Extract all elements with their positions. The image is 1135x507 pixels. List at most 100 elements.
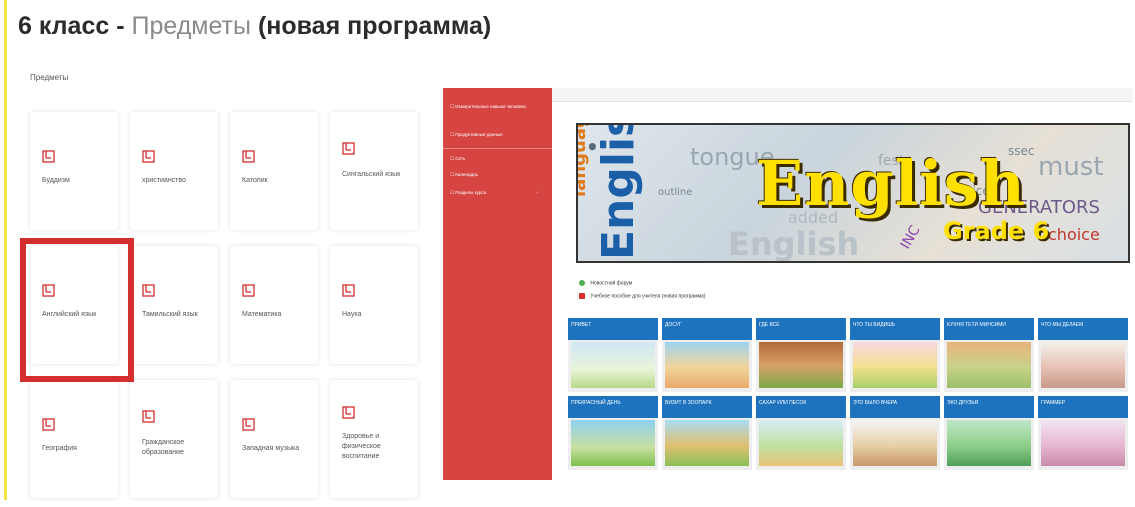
subject-label: Сингальский язык bbox=[342, 171, 401, 178]
resource-label: Новостной форум bbox=[590, 280, 633, 287]
unit-tile[interactable]: ЧТО МЫ ДЕЛАЕМ bbox=[1038, 318, 1128, 392]
sidebar-item-label: ☐ Разделы курса bbox=[450, 190, 487, 195]
unit-illustration bbox=[571, 420, 655, 466]
unit-tile[interactable]: ЭКО ДРУЗЬЯ bbox=[944, 396, 1034, 470]
subject-label: Математика bbox=[242, 311, 282, 318]
unit-tile[interactable]: ЧТО ТЫ ВИДИШЬ bbox=[850, 318, 940, 392]
banner-title: English bbox=[756, 147, 1026, 220]
unit-illustration bbox=[759, 420, 843, 466]
book-icon bbox=[342, 406, 355, 419]
svg-text:language: language bbox=[578, 125, 590, 197]
unit-title: САХАР ИЛИ ПЕСОК bbox=[756, 396, 846, 418]
subject-card-health-pe[interactable]: Здоровье и физическое воспитание bbox=[330, 380, 418, 498]
unit-tile[interactable]: САХАР ИЛИ ПЕСОК bbox=[756, 396, 846, 470]
course-banner: • English language tongue added English … bbox=[576, 123, 1130, 263]
subject-card-geography[interactable]: География bbox=[30, 380, 118, 498]
unit-illustration bbox=[1041, 420, 1125, 466]
pdf-icon bbox=[579, 293, 585, 299]
sidebar-item-course-sections[interactable]: ☐ Разделы курса › bbox=[450, 190, 545, 196]
subject-label: Буддизм bbox=[42, 177, 70, 184]
unit-illustration bbox=[665, 420, 749, 466]
subject-label: Западная музыка bbox=[242, 445, 300, 452]
unit-illustration bbox=[571, 342, 655, 388]
unit-title: ЧТО ТЫ ВИДИШЬ bbox=[850, 318, 940, 340]
unit-tile[interactable]: ГРАММЕР bbox=[1038, 396, 1128, 470]
subject-card-buddhism[interactable]: Буддизм bbox=[30, 112, 118, 230]
course-topbar bbox=[552, 88, 1133, 102]
unit-title: ВИЗИТ В ЗООПАРК bbox=[662, 396, 752, 418]
svg-text:English: English bbox=[728, 225, 859, 263]
unit-tile[interactable]: ПРИВЕТ bbox=[568, 318, 658, 392]
book-icon bbox=[242, 150, 255, 163]
unit-illustration bbox=[853, 420, 937, 466]
subject-label: География bbox=[42, 445, 77, 452]
sidebar-item-calendar[interactable]: ☐ Календарь bbox=[450, 172, 478, 178]
title-subjects: Предметы bbox=[131, 12, 251, 40]
subject-card-sinhala[interactable]: Сингальский язык bbox=[330, 112, 418, 230]
sidebar-divider bbox=[443, 148, 552, 149]
subject-card-civics[interactable]: Гражданское образование bbox=[130, 380, 218, 498]
unit-illustration bbox=[947, 342, 1031, 388]
svg-text:outline: outline bbox=[658, 187, 692, 198]
title-program: (новая программа) bbox=[257, 12, 492, 40]
unit-tile[interactable]: ВИЗИТ В ЗООПАРК bbox=[662, 396, 752, 470]
resource-label: Учебное пособие для учителя (новая прогр… bbox=[590, 293, 706, 300]
sidebar-item-network[interactable]: ☐ Сеть bbox=[450, 156, 465, 162]
unit-tile[interactable]: Это было вчера bbox=[850, 396, 940, 470]
subject-card-western-music[interactable]: Западная музыка bbox=[230, 380, 318, 498]
title-grade: 6 класс - bbox=[18, 12, 125, 40]
unit-title: ПРЕКРАСНЫЙ ДЕНЬ bbox=[568, 396, 658, 418]
unit-illustration bbox=[759, 342, 843, 388]
unit-tile[interactable]: ДОСУГ bbox=[662, 318, 752, 392]
unit-title: ЭКО ДРУЗЬЯ bbox=[944, 396, 1034, 418]
news-forum-link[interactable]: Новостной форум bbox=[579, 280, 632, 286]
svg-text:must: must bbox=[1038, 152, 1104, 182]
english-highlight-frame bbox=[20, 238, 134, 382]
unit-illustration bbox=[1041, 342, 1125, 388]
subject-label: Католик bbox=[242, 177, 268, 184]
svg-text:English: English bbox=[593, 125, 644, 260]
book-icon bbox=[242, 418, 255, 431]
book-icon bbox=[142, 410, 155, 423]
subject-label: Здоровье и физическое воспитание bbox=[342, 433, 381, 460]
book-icon bbox=[142, 150, 155, 163]
page-title: 6 класс - Предметы (новая программа) bbox=[18, 12, 491, 41]
teacher-guide-link[interactable]: Учебное пособие для учителя (новая прогр… bbox=[579, 293, 705, 299]
subject-label: Наука bbox=[342, 311, 362, 318]
left-edge-accent bbox=[4, 0, 7, 500]
unit-tile[interactable]: ПРЕКРАСНЫЙ ДЕНЬ bbox=[568, 396, 658, 470]
unit-title: ГРАММЕР bbox=[1038, 396, 1128, 418]
unit-title: ГДЕ ВСЕ bbox=[756, 318, 846, 340]
unit-tile[interactable]: ГДЕ ВСЕ bbox=[756, 318, 846, 392]
book-icon bbox=[42, 150, 55, 163]
banner-grade: Grade 6 bbox=[943, 217, 1050, 245]
course-sidebar: ☐ Измерительные навыки человека ☐ Продук… bbox=[443, 88, 552, 480]
chevron-right-icon: › bbox=[536, 190, 539, 195]
forum-icon bbox=[579, 280, 585, 286]
unit-title: ДОСУГ bbox=[662, 318, 752, 340]
book-icon bbox=[42, 418, 55, 431]
subject-card-math[interactable]: Математика bbox=[230, 246, 318, 364]
subject-card-catholic[interactable]: Католик bbox=[230, 112, 318, 230]
subject-label: Гражданское образование bbox=[142, 439, 185, 456]
breadcrumb[interactable]: Предметы bbox=[30, 73, 68, 82]
unit-illustration bbox=[665, 342, 749, 388]
sidebar-item-skills[interactable]: ☐ Измерительные навыки человека bbox=[450, 104, 540, 110]
unit-illustration bbox=[947, 420, 1031, 466]
subject-card-science[interactable]: Наука bbox=[330, 246, 418, 364]
sidebar-item-productive-data[interactable]: ☐ Продуктивные данные bbox=[450, 132, 503, 138]
unit-tile[interactable]: КУХНЯ ТЕТИ МИНСИМИ bbox=[944, 318, 1034, 392]
english-course-page: ☐ Измерительные навыки человека ☐ Продук… bbox=[443, 88, 1133, 480]
book-icon bbox=[242, 284, 255, 297]
unit-title: ЧТО МЫ ДЕЛАЕМ bbox=[1038, 318, 1128, 340]
book-icon bbox=[342, 142, 355, 155]
subject-card-christianity[interactable]: христианство bbox=[130, 112, 218, 230]
unit-title: Это было вчера bbox=[850, 396, 940, 418]
subject-label: христианство bbox=[142, 177, 186, 184]
svg-text:INC: INC bbox=[898, 223, 924, 252]
book-icon bbox=[342, 284, 355, 297]
book-icon bbox=[142, 284, 155, 297]
subject-label: Тамильский язык bbox=[142, 311, 198, 318]
subject-card-tamil[interactable]: Тамильский язык bbox=[130, 246, 218, 364]
unit-title: КУХНЯ ТЕТИ МИНСИМИ bbox=[944, 318, 1034, 340]
